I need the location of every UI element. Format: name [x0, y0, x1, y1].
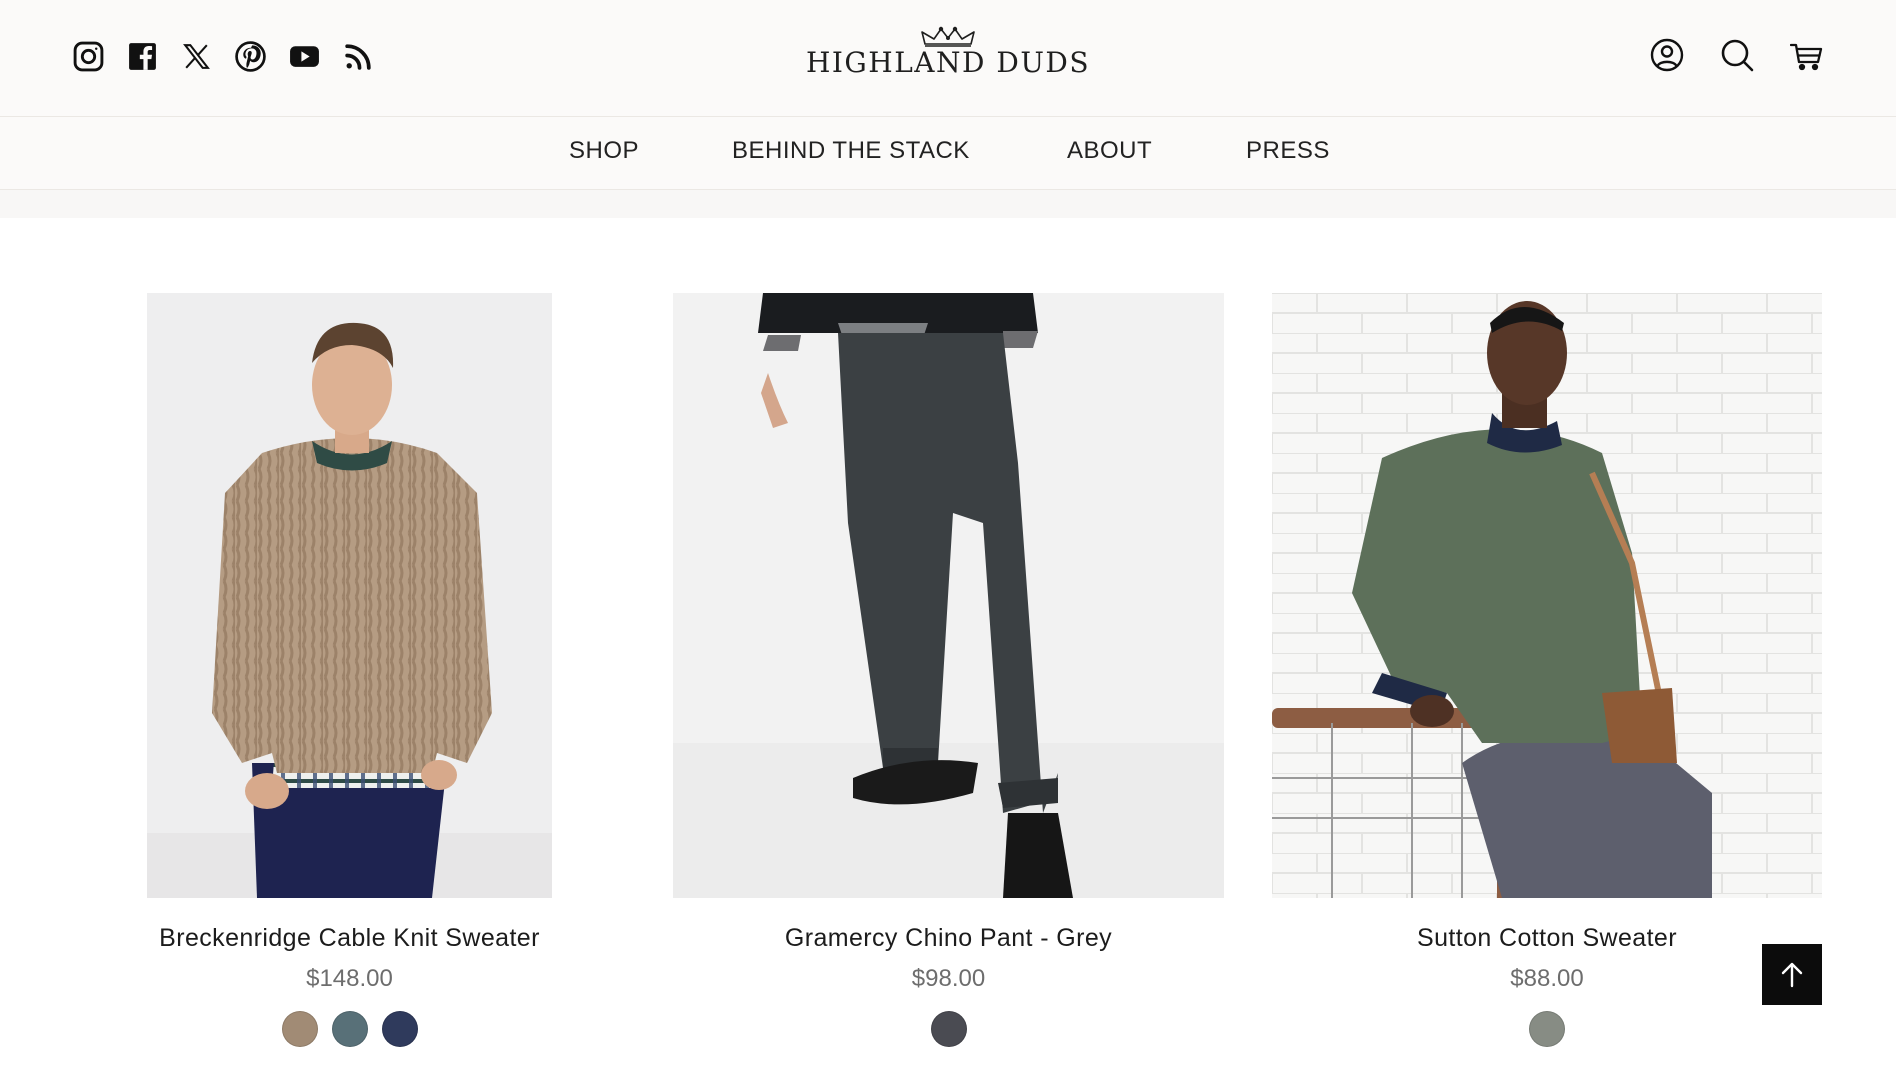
header-divider-band	[0, 190, 1896, 218]
color-swatch[interactable]	[331, 1011, 368, 1047]
social-links	[72, 40, 375, 73]
site-header: HIGHLAND DUDS	[0, 0, 1896, 117]
product-title[interactable]: Sutton Cotton Sweater	[1272, 924, 1822, 953]
brand-logo[interactable]: HIGHLAND DUDS	[800, 26, 1096, 80]
pinterest-icon[interactable]	[234, 40, 267, 73]
color-swatch[interactable]	[930, 1011, 967, 1047]
product-price: $148.00	[306, 965, 393, 992]
product-image[interactable]	[1272, 293, 1822, 898]
crown-icon	[921, 26, 975, 47]
product-price: $88.00	[1510, 965, 1584, 992]
account-icon[interactable]	[1650, 38, 1684, 72]
color-swatches	[147, 1011, 552, 1047]
color-swatch[interactable]	[281, 1011, 318, 1047]
product-card: Breckenridge Cable Knit Sweater $148.00	[147, 293, 552, 1047]
color-swatches	[1272, 1011, 1822, 1047]
arrow-up-icon	[1781, 962, 1803, 987]
youtube-icon[interactable]	[288, 40, 321, 73]
nav-item-behind-the-stack[interactable]: BEHIND THE STACK	[732, 137, 970, 165]
product-card: Gramercy Chino Pant - Grey $98.00	[673, 293, 1224, 1047]
nav-item-shop[interactable]: SHOP	[569, 137, 639, 165]
product-title[interactable]: Breckenridge Cable Knit Sweater	[147, 924, 552, 953]
product-image[interactable]	[147, 293, 552, 898]
facebook-icon[interactable]	[126, 40, 159, 73]
product-card: Sutton Cotton Sweater $88.00	[1272, 293, 1822, 1047]
main-navigation: SHOP BEHIND THE STACK ABOUT PRESS	[0, 117, 1896, 190]
rss-icon[interactable]	[342, 40, 375, 73]
cart-icon[interactable]	[1790, 38, 1824, 72]
product-image[interactable]	[673, 293, 1224, 898]
search-icon[interactable]	[1720, 38, 1754, 72]
color-swatch[interactable]	[381, 1011, 418, 1047]
color-swatches	[673, 1011, 1224, 1047]
back-to-top-button[interactable]	[1762, 944, 1822, 1005]
x-icon[interactable]	[180, 40, 213, 73]
color-swatch[interactable]	[1529, 1011, 1565, 1047]
nav-item-about[interactable]: ABOUT	[1067, 137, 1152, 165]
brand-name: HIGHLAND DUDS	[805, 46, 1091, 79]
instagram-icon[interactable]	[72, 40, 105, 73]
header-utilities	[1650, 38, 1824, 72]
product-price: $98.00	[911, 965, 986, 992]
nav-item-press[interactable]: PRESS	[1246, 137, 1330, 165]
product-title[interactable]: Gramercy Chino Pant - Grey	[673, 924, 1224, 953]
